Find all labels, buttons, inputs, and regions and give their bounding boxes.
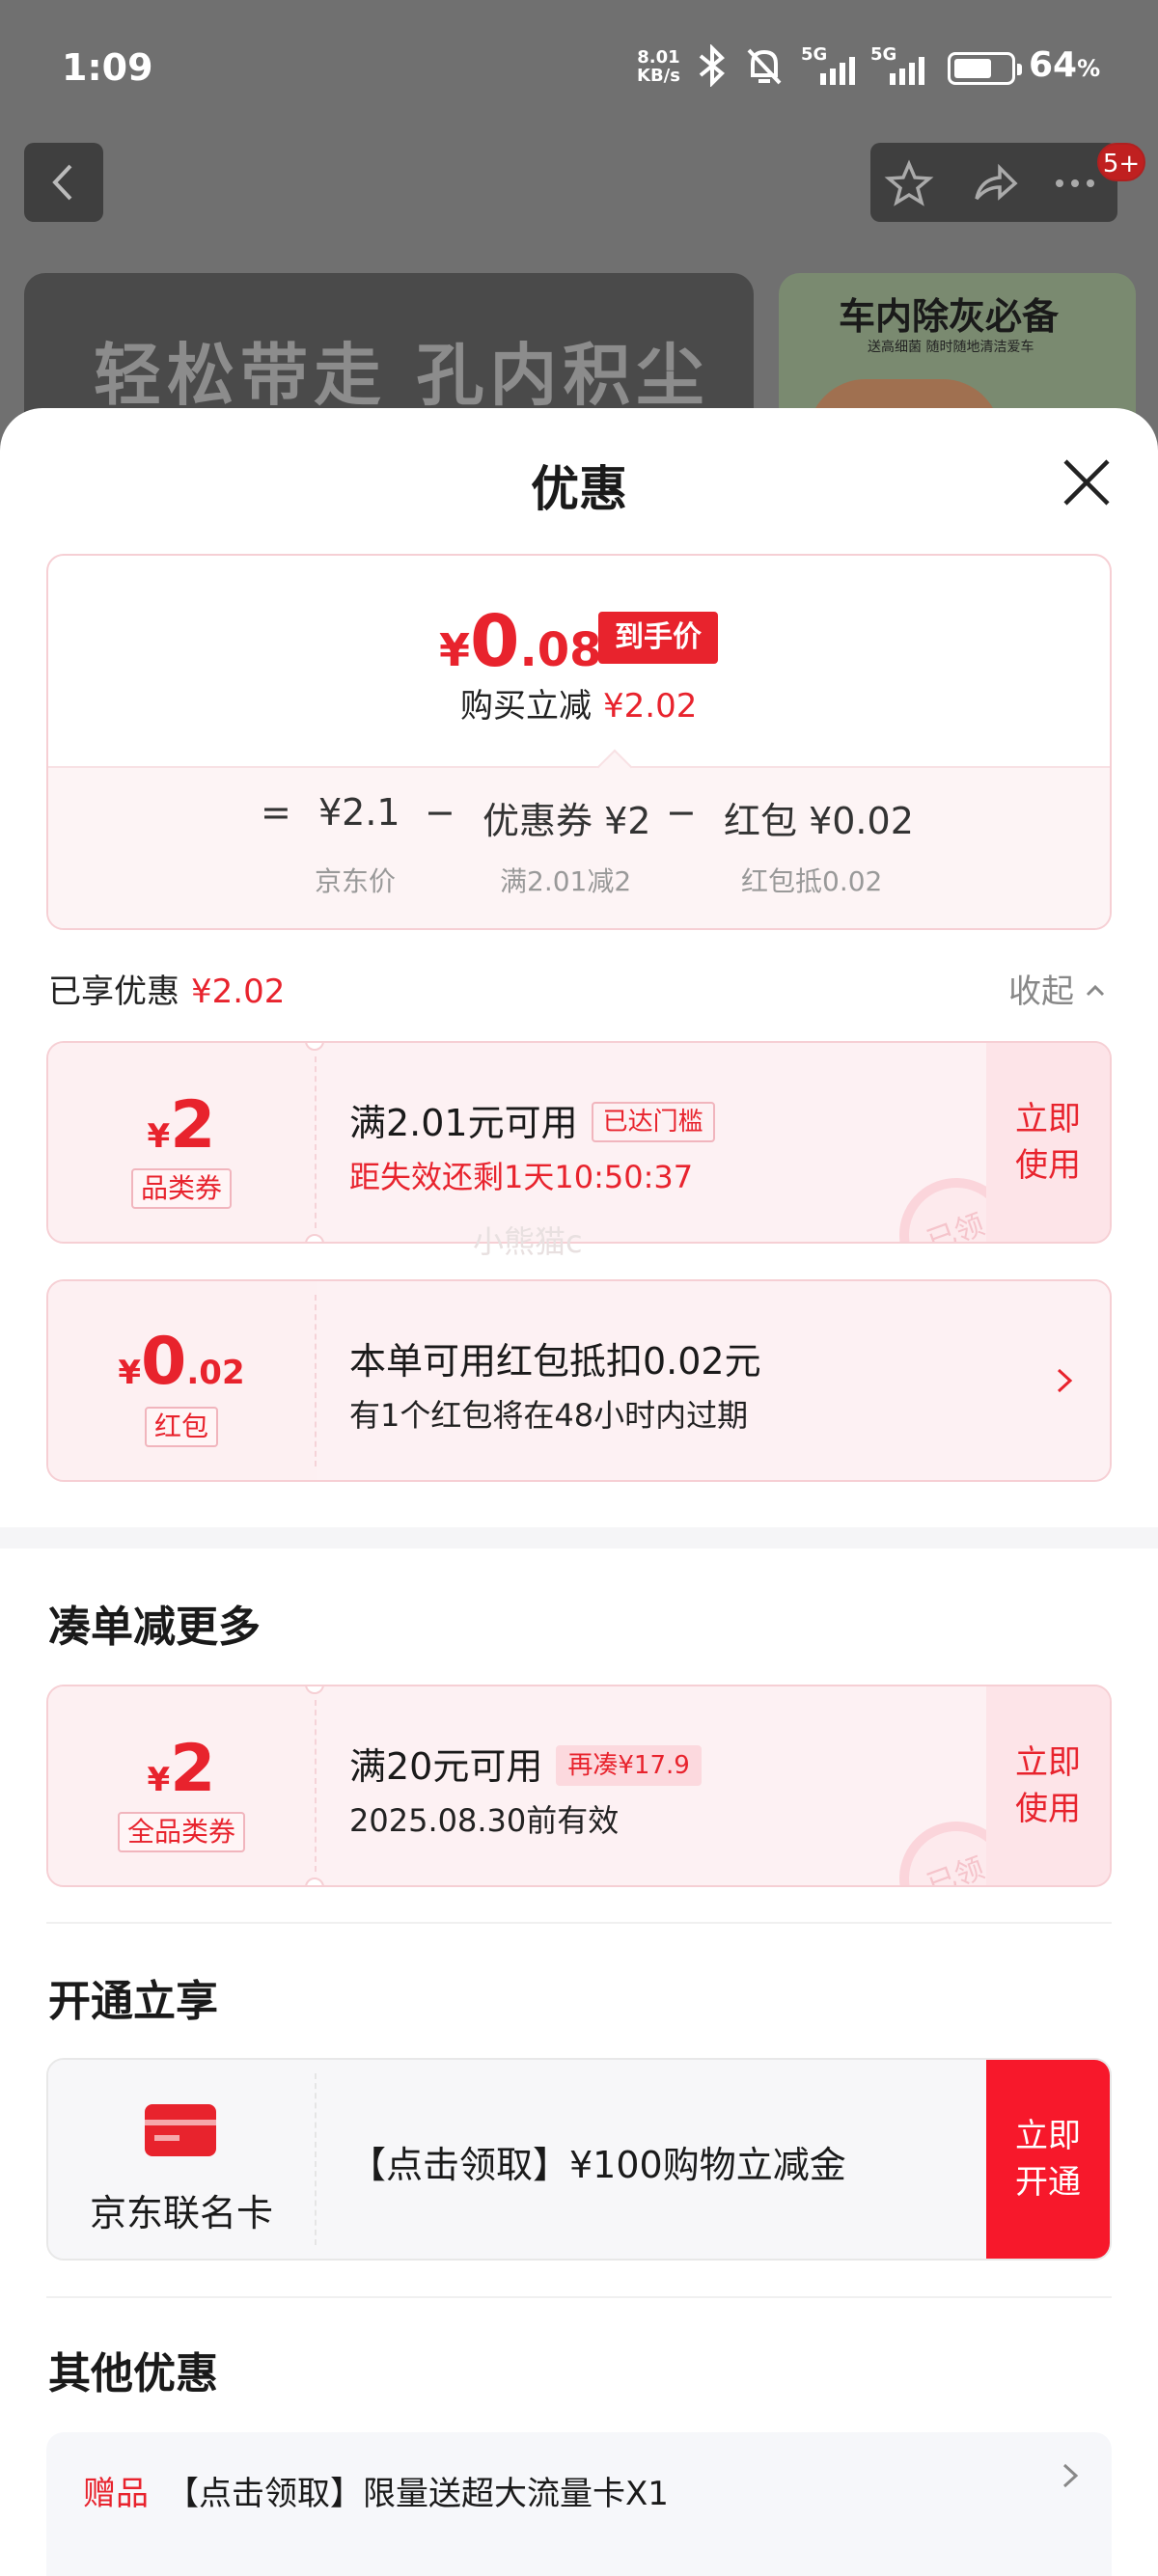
coupon-divider — [315, 1295, 317, 1466]
open-now-button[interactable]: 立即 开通 — [986, 2060, 1110, 2259]
jd-card-offer: 京东联名卡 【点击领取】¥100购物立减金 立即 开通 — [46, 2058, 1112, 2261]
banner-right-sub: 送高细菌 随时随地清洁爱车 — [868, 340, 1034, 355]
redpacket-amount: ¥0.02 — [118, 1324, 245, 1400]
final-price: ¥0.08 — [439, 600, 602, 683]
price-dec: .08 — [519, 623, 602, 677]
coupon-condition: 满2.01减2 — [500, 865, 632, 897]
more-icon[interactable] — [1048, 156, 1102, 210]
signal-icon-1: 5G — [801, 44, 865, 87]
coupon-card-all: ¥2 全品类券 满20元可用 再凑¥17.9 2025.08.30前有效 已领 立… — [46, 1685, 1112, 1887]
net-speed-unit: KB/s — [637, 66, 680, 86]
banner-left-text: 轻松带走 孔内积尘 — [94, 336, 710, 415]
coupon-condition: 满20元可用 再凑¥17.9 — [349, 1737, 702, 1790]
coupon-amount: ¥2 — [147, 1087, 216, 1164]
formula-minus-2: − — [666, 791, 697, 834]
chevron-right-icon — [1057, 1368, 1073, 1393]
price-tag: 到手价 — [598, 612, 718, 664]
gift-row[interactable]: 赠品 【点击领取】限量送超大流量卡X1 — [46, 2432, 1112, 2576]
redpacket-type: 红包 — [48, 1407, 315, 1447]
redpacket-part: 红包 ¥0.02 — [724, 800, 914, 842]
redpacket-condition: 红包抵0.02 — [741, 865, 883, 897]
close-icon — [1063, 459, 1110, 506]
enjoyed-discount: 已享优惠 ¥2.02 — [48, 965, 285, 1012]
price-currency: ¥ — [439, 624, 471, 676]
redpacket-line2: 有1个红包将在48小时内过期 — [349, 1397, 749, 1434]
buy-amount: ¥2.02 — [603, 687, 698, 726]
coupon-condition: 满2.01元可用 已达门槛 — [349, 1093, 715, 1146]
threshold-chip: 已达门槛 — [591, 1102, 715, 1142]
formula-minus-1: − — [425, 791, 455, 834]
battery-percent: 64% — [1029, 45, 1101, 85]
more-section-title: 凑单减更多 — [48, 1603, 261, 1652]
signal-icon-2: 5G — [870, 44, 934, 87]
use-now-button[interactable]: 立即 使用 — [986, 1686, 1110, 1885]
gift-label: 赠品 — [83, 2475, 149, 2513]
divider — [46, 2296, 1112, 2298]
net-speed: 8.01 KB/s — [637, 48, 680, 85]
card-offer-text: 【点击领取】¥100购物立减金 — [349, 2144, 846, 2186]
mute-bell-icon — [747, 48, 782, 85]
redpacket-card[interactable]: ¥0.02 红包 本单可用红包抵扣0.02元 有1个红包将在48小时内过期 — [46, 1279, 1112, 1482]
net-speed-value: 8.01 — [637, 47, 680, 68]
chevron-right-icon — [1062, 2463, 1079, 2488]
buy-discount-line: 购买立减 ¥2.02 — [460, 679, 697, 726]
divider — [46, 1922, 1112, 1924]
coupon-type: 全品类券 — [48, 1812, 315, 1852]
share-icon[interactable] — [967, 156, 1021, 210]
bluetooth-icon — [699, 44, 725, 87]
coupon-divider — [315, 1700, 317, 1872]
sheet-title: 优惠 — [531, 461, 627, 517]
card-divider — [315, 2073, 317, 2245]
open-section-title: 开通立享 — [48, 1977, 218, 2026]
coupon-countdown: 距失效还剩1天10:50:37 — [349, 1159, 694, 1195]
status-time: 1:09 — [62, 46, 153, 89]
coupon-divider — [315, 1056, 317, 1228]
enjoyed-label: 已享优惠 — [48, 973, 179, 1011]
card-name: 京东联名卡 — [89, 2192, 273, 2234]
coupon-card-category: ¥2 品类券 满2.01元可用 已达门槛 距失效还剩1天10:50:37 已领 立… — [46, 1041, 1112, 1244]
coupon-amount: ¥2 — [147, 1731, 216, 1807]
battery-icon — [948, 52, 1022, 85]
watermark: 小熊猫c — [473, 1223, 583, 1260]
section-separator — [0, 1527, 1158, 1548]
gift-text: 【点击领取】限量送超大流量卡X1 — [166, 2475, 669, 2513]
close-button[interactable] — [1058, 453, 1116, 511]
collapse-button[interactable]: 收起 — [1008, 965, 1109, 1012]
banner-right-title: 车内除灰必备 — [839, 295, 1060, 338]
jd-price: ¥2.1 — [318, 791, 400, 834]
formula-eq: = — [261, 791, 291, 834]
jd-price-label: 京东价 — [315, 865, 397, 897]
credit-card-icon — [145, 2104, 216, 2156]
add-more-chip: 再凑¥17.9 — [556, 1745, 702, 1786]
top-action-bar — [870, 143, 1117, 222]
enjoyed-amount: ¥2.02 — [191, 973, 286, 1011]
notification-badge: 5+ — [1097, 143, 1145, 181]
signal-bars-icon — [820, 57, 855, 85]
signal-bars-icon — [890, 57, 924, 85]
price-int: 0 — [470, 600, 520, 683]
redpacket-line1: 本单可用红包抵扣0.02元 — [349, 1340, 761, 1383]
buy-label: 购买立减 — [460, 687, 592, 726]
chevron-left-icon — [52, 164, 72, 201]
use-now-button[interactable]: 立即 使用 — [986, 1043, 1110, 1242]
coupon-type: 品类券 — [48, 1168, 315, 1209]
other-section-title: 其他优惠 — [48, 2349, 218, 2398]
back-button[interactable] — [24, 143, 103, 222]
collapse-label: 收起 — [1008, 973, 1074, 1011]
chevron-up-icon — [1086, 984, 1105, 997]
star-icon[interactable] — [882, 156, 936, 210]
coupon-part: 优惠券 ¥2 — [482, 800, 651, 842]
coupon-validity: 2025.08.30前有效 — [349, 1802, 620, 1839]
